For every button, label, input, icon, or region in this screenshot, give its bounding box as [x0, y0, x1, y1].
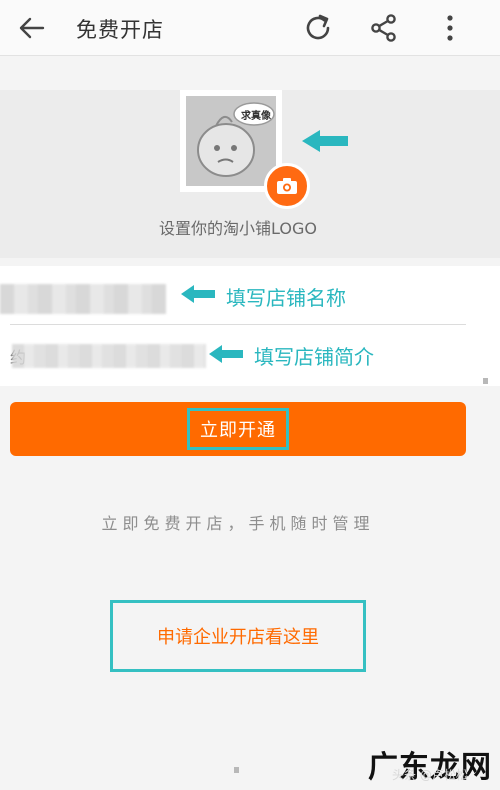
- open-shop-button-label: 立即开通: [187, 408, 289, 450]
- scroll-indicator: [234, 767, 239, 773]
- annotation-shop-description: 填写店铺简介: [254, 345, 374, 369]
- enterprise-apply-link[interactable]: 申请企业开店看这里: [110, 600, 366, 672]
- back-arrow-icon[interactable]: [14, 10, 50, 46]
- annotation-arrow-icon: [209, 345, 243, 363]
- open-shop-button[interactable]: 立即开通: [10, 402, 466, 456]
- slogan-text: 立即免费开店，手机随时管理: [101, 514, 375, 533]
- share-icon[interactable]: [364, 8, 404, 48]
- app-bar: 免费开店: [0, 0, 500, 56]
- avatar-tag-text: 求真像: [241, 111, 271, 122]
- camera-icon[interactable]: [264, 163, 310, 209]
- annotation-arrow-icon: [181, 285, 215, 303]
- divider: [10, 324, 466, 325]
- refresh-icon[interactable]: [298, 8, 338, 48]
- more-vertical-icon[interactable]: [430, 8, 470, 48]
- annotation-shop-name: 填写店铺名称: [226, 286, 346, 310]
- logo-caption: 设置你的淘小铺LOGO: [159, 219, 317, 238]
- page-title: 免费开店: [76, 18, 164, 42]
- shop-description-input[interactable]: [12, 344, 206, 368]
- shop-name-input[interactable]: [0, 284, 166, 314]
- placeholder-mascot-image: 求真像: [186, 96, 276, 186]
- watermark: 广东龙网 头条 @卢松松: [366, 742, 496, 786]
- watermark-subtitle: 头条 @卢松松: [392, 768, 468, 782]
- scroll-indicator: [483, 378, 488, 384]
- enterprise-apply-label: 申请企业开店看这里: [157, 627, 319, 648]
- annotation-arrow-icon: [302, 130, 348, 152]
